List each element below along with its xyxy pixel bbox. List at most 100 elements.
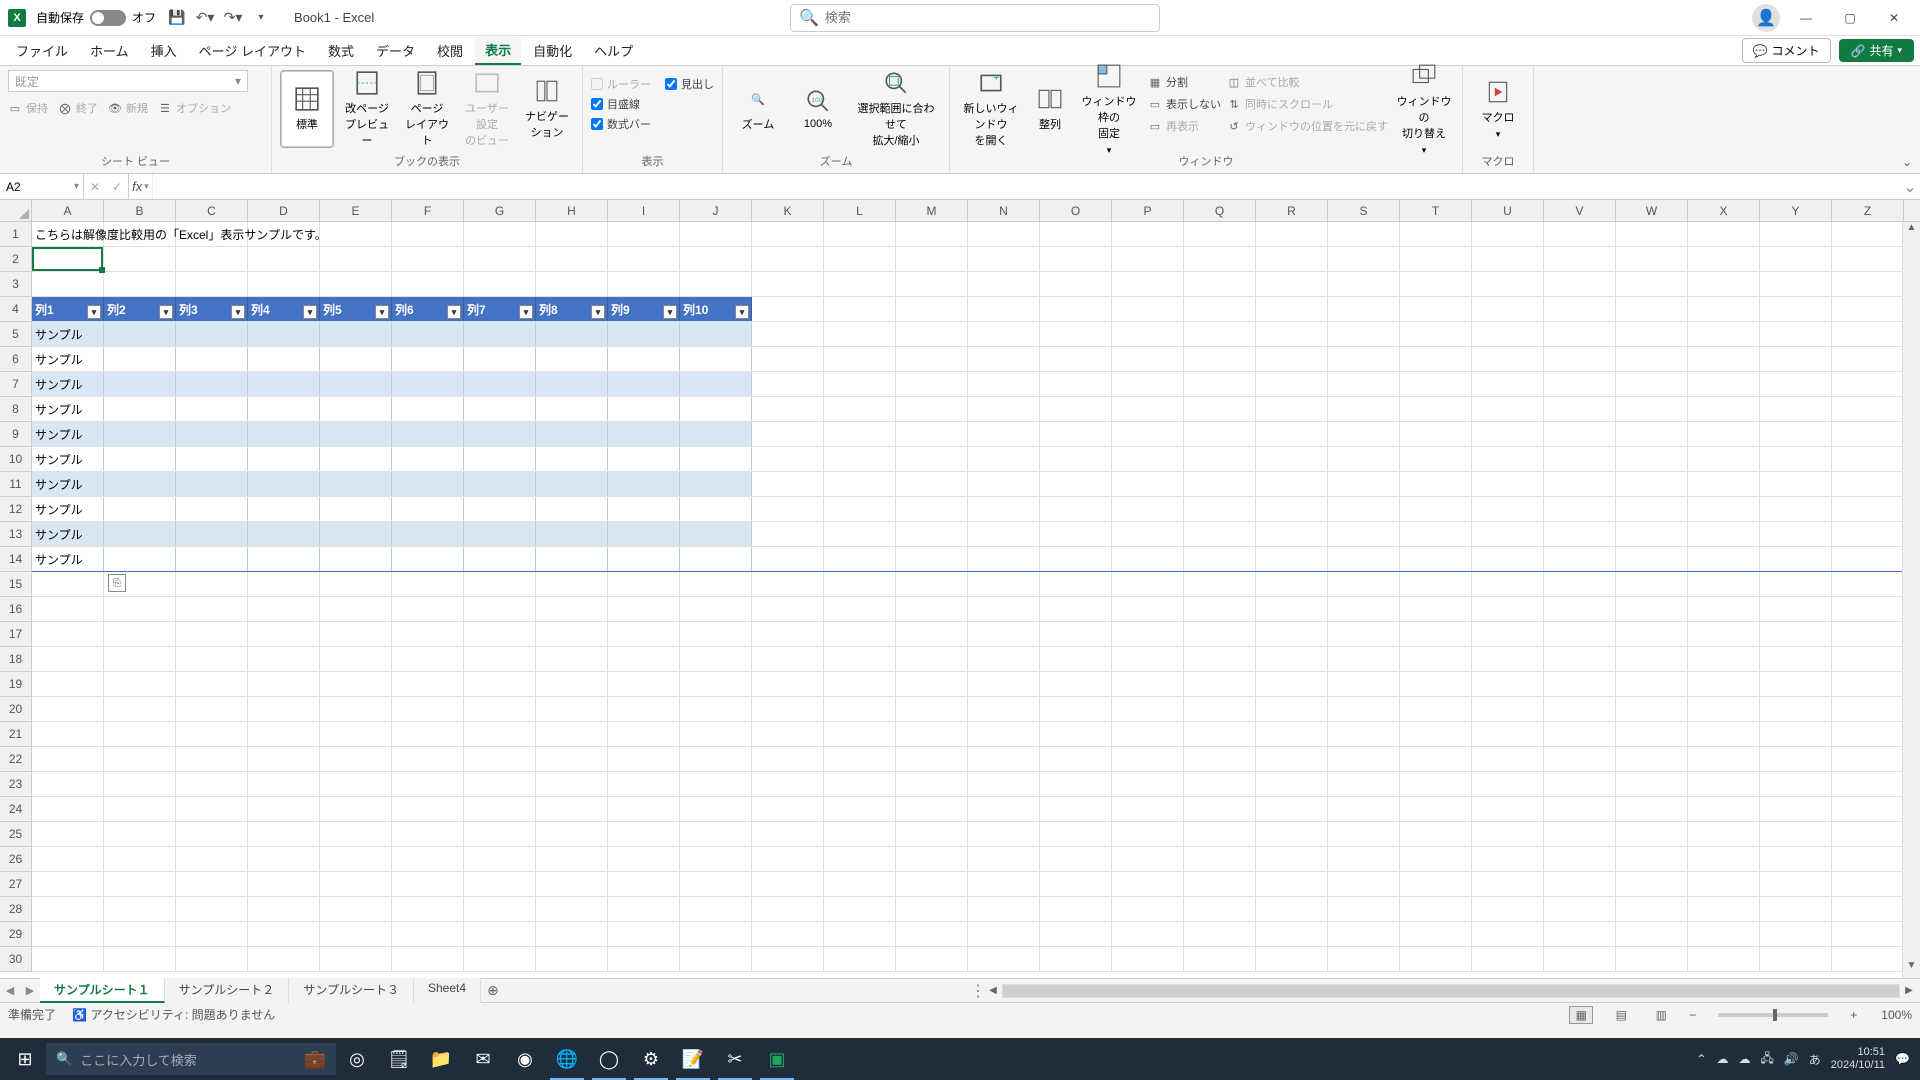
cell[interactable]	[680, 597, 752, 621]
cell[interactable]	[1760, 722, 1832, 746]
cell[interactable]	[176, 947, 248, 971]
cell[interactable]	[1040, 447, 1112, 471]
cell[interactable]	[968, 622, 1040, 646]
cell[interactable]	[752, 822, 824, 846]
cell[interactable]	[320, 947, 392, 971]
cell[interactable]	[1472, 247, 1544, 271]
cell[interactable]	[896, 547, 968, 571]
cell[interactable]	[968, 722, 1040, 746]
cell[interactable]	[1400, 797, 1472, 821]
cell[interactable]	[968, 247, 1040, 271]
cell[interactable]	[1616, 347, 1688, 371]
cell[interactable]	[104, 472, 176, 496]
cell[interactable]	[968, 922, 1040, 946]
cell[interactable]	[1328, 472, 1400, 496]
cell[interactable]	[1256, 647, 1328, 671]
row-header[interactable]: 19	[0, 672, 31, 697]
cell[interactable]	[680, 647, 752, 671]
cell[interactable]	[1616, 822, 1688, 846]
cell[interactable]	[1184, 372, 1256, 396]
cell[interactable]	[680, 547, 752, 571]
hide-button[interactable]: ▭表示しない	[1148, 94, 1221, 114]
cell[interactable]	[176, 397, 248, 421]
cell[interactable]	[1256, 247, 1328, 271]
cell[interactable]	[1472, 797, 1544, 821]
cell[interactable]	[1112, 797, 1184, 821]
cell[interactable]: 列6▾	[392, 297, 464, 321]
cell[interactable]	[1112, 897, 1184, 921]
cell[interactable]	[1400, 872, 1472, 896]
cell[interactable]	[320, 422, 392, 446]
cell[interactable]	[824, 872, 896, 896]
cell[interactable]	[464, 947, 536, 971]
cell[interactable]	[1832, 822, 1904, 846]
cell[interactable]	[608, 747, 680, 771]
cell[interactable]	[608, 847, 680, 871]
column-header[interactable]: V	[1544, 200, 1616, 221]
settings-icon[interactable]: ⚙	[630, 1038, 672, 1080]
cell[interactable]	[1184, 547, 1256, 571]
cell[interactable]	[104, 822, 176, 846]
cell[interactable]	[320, 722, 392, 746]
cell[interactable]	[680, 347, 752, 371]
cell[interactable]	[824, 397, 896, 421]
cell[interactable]	[1040, 422, 1112, 446]
cell[interactable]	[968, 697, 1040, 721]
cell[interactable]	[1832, 597, 1904, 621]
cell[interactable]	[1472, 872, 1544, 896]
cell[interactable]	[824, 447, 896, 471]
cell[interactable]	[680, 672, 752, 696]
zoom-level[interactable]: 100%	[1881, 1008, 1912, 1022]
cell[interactable]	[968, 522, 1040, 546]
cell[interactable]	[32, 822, 104, 846]
cell[interactable]	[392, 272, 464, 296]
cell[interactable]	[536, 697, 608, 721]
cell[interactable]	[1616, 772, 1688, 796]
cell[interactable]	[1112, 247, 1184, 271]
cell[interactable]	[752, 947, 824, 971]
cell[interactable]	[752, 572, 824, 596]
cell[interactable]	[1832, 497, 1904, 521]
cell[interactable]	[1472, 622, 1544, 646]
row-header[interactable]: 8	[0, 397, 31, 422]
cell[interactable]	[1688, 822, 1760, 846]
cell[interactable]	[104, 272, 176, 296]
cell[interactable]	[608, 797, 680, 821]
cell[interactable]	[320, 922, 392, 946]
cell[interactable]	[1400, 597, 1472, 621]
column-header[interactable]: D	[248, 200, 320, 221]
cell[interactable]	[1544, 322, 1616, 346]
cell[interactable]	[464, 547, 536, 571]
cell[interactable]	[1616, 472, 1688, 496]
cell[interactable]	[536, 647, 608, 671]
cell[interactable]	[176, 572, 248, 596]
sheet-nav-prev[interactable]: ◀	[0, 984, 20, 997]
cell[interactable]	[248, 472, 320, 496]
cell[interactable]	[104, 922, 176, 946]
cell[interactable]	[1328, 572, 1400, 596]
cell[interactable]	[248, 697, 320, 721]
cell[interactable]	[1544, 947, 1616, 971]
cell[interactable]	[104, 672, 176, 696]
cell[interactable]: 列5▾	[320, 297, 392, 321]
cell[interactable]	[1544, 822, 1616, 846]
cell[interactable]	[1256, 547, 1328, 571]
cell[interactable]	[1544, 222, 1616, 246]
cell[interactable]	[1328, 772, 1400, 796]
cell[interactable]	[1256, 472, 1328, 496]
cell[interactable]	[608, 722, 680, 746]
cell[interactable]	[1040, 297, 1112, 321]
cell[interactable]	[1256, 697, 1328, 721]
cell[interactable]	[1400, 572, 1472, 596]
cell[interactable]	[1184, 647, 1256, 671]
cell[interactable]	[1760, 372, 1832, 396]
cell[interactable]	[464, 522, 536, 546]
tab-menu-icon[interactable]: ⋮	[970, 981, 982, 1001]
cell[interactable]	[1688, 722, 1760, 746]
cell[interactable]	[320, 672, 392, 696]
cell[interactable]	[1328, 747, 1400, 771]
cell[interactable]	[1040, 872, 1112, 896]
sheet-tab[interactable]: サンプルシート１	[40, 978, 165, 1003]
cell[interactable]	[1400, 322, 1472, 346]
cell[interactable]	[1544, 522, 1616, 546]
